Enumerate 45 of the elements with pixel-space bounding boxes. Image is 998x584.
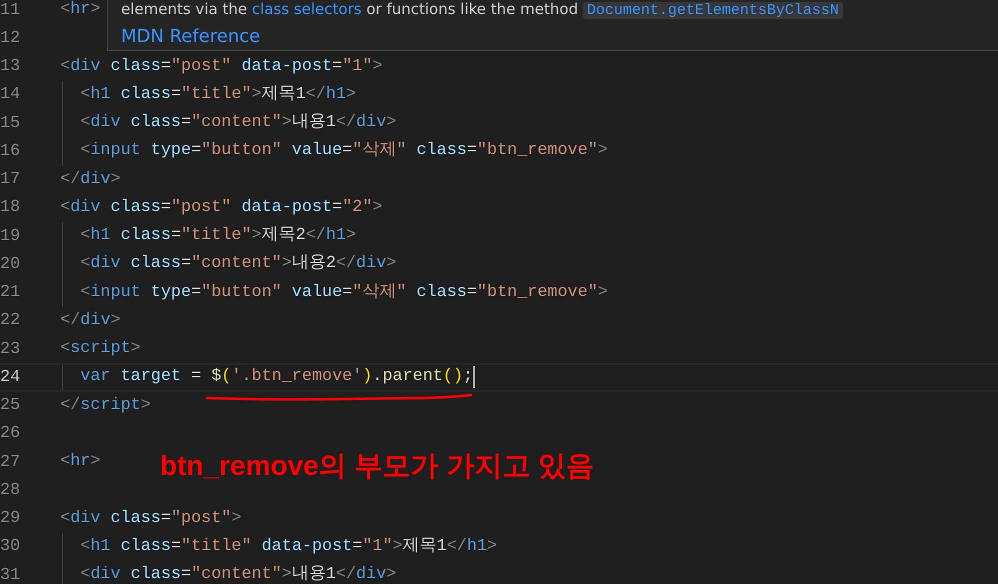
- annotation-text: btn_remove의 부모가 가지고 있음: [160, 449, 594, 483]
- code-line: <input type="button" value="삭제" class="btn_remove">: [79, 282, 608, 304]
- line-number: 26: [0, 424, 20, 444]
- tooltip-description: elements via the class selectors or functions like the method Document.getElementsByClassN: [108, 0, 998, 19]
- code-line: <hr>: [59, 0, 100, 22]
- code-line: <div class="post" data-post="2">: [59, 196, 382, 219]
- code-line: <input type="button" value="삭제" class="btn_remove">: [79, 140, 608, 162]
- code-line: <h1 class="title">제목1</h1>: [79, 84, 356, 106]
- code-line: </div>: [59, 168, 121, 191]
- line-number: 17: [0, 170, 20, 190]
- line-number: 28: [0, 480, 20, 500]
- code-line: <div class="post" data-post="1">: [59, 56, 382, 78]
- code-line: <hr>: [59, 451, 100, 474]
- line-number: 24: [0, 368, 20, 387]
- line-number: 13: [0, 57, 20, 76]
- code-line: <h1 class="title">제목2</h1>: [79, 225, 356, 248]
- line-number: 21: [0, 283, 20, 302]
- code-line: <div class="post">: [59, 508, 242, 530]
- code-line: <div class="content">내용1</div>: [79, 564, 396, 584]
- mdn-reference-link[interactable]: MDN Reference: [121, 25, 260, 49]
- line-number: 25: [0, 396, 20, 416]
- line-number: 30: [0, 537, 20, 556]
- line-number: 18: [0, 198, 20, 218]
- line-number: 15: [0, 114, 20, 133]
- code-snippet: Document.getElementsByClassN: [582, 2, 843, 19]
- line-number: 29: [0, 509, 20, 528]
- line-number: 19: [0, 226, 20, 246]
- line-number: 12: [0, 28, 20, 48]
- code-line: <div class="content">내용1</div>: [79, 112, 396, 134]
- line-number: 31: [0, 566, 20, 584]
- code-line: <script>: [59, 338, 141, 360]
- line-number: 27: [0, 452, 20, 472]
- code-line: <div class="content">내용2</div>: [79, 253, 396, 276]
- code-line: </script>: [59, 394, 151, 417]
- code-line: var target = $('.btn_remove').parent();: [79, 366, 474, 388]
- class-selectors-link[interactable]: class selectors: [252, 0, 362, 18]
- code-line: </div>: [59, 310, 121, 332]
- line-number: 16: [0, 142, 20, 161]
- line-number: 14: [0, 85, 20, 104]
- text-cursor: [473, 366, 476, 388]
- code-line: <h1 class="title" data-post="1">제목1</h1>: [79, 536, 498, 558]
- line-number: 22: [0, 311, 20, 330]
- line-number: 11: [0, 0, 20, 20]
- line-number: 23: [0, 340, 20, 359]
- line-number: 20: [0, 254, 20, 274]
